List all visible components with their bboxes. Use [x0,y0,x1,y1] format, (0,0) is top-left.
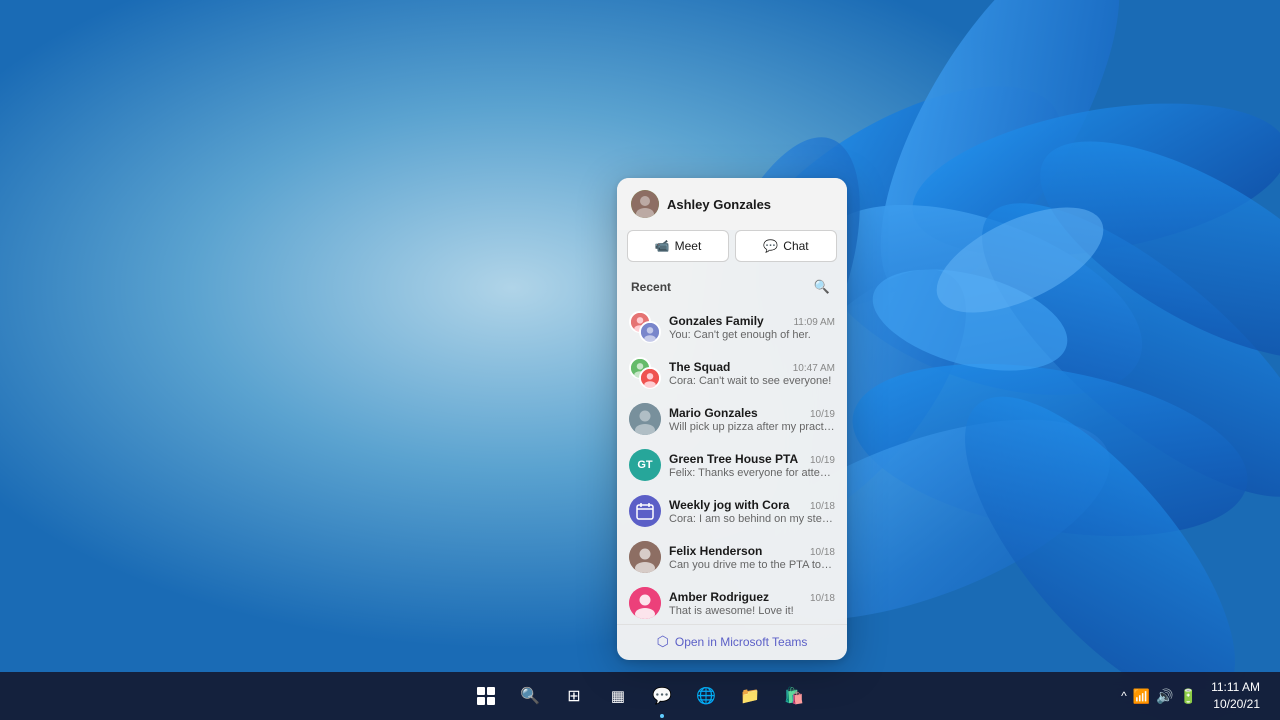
conversation-time: 10/18 [810,593,835,604]
list-item[interactable]: Gonzales Family 11:09 AM You: Can't get … [617,304,847,350]
conversation-info: Felix Henderson 10/18 Can you drive me t… [669,544,835,571]
conversation-info: The Squad 10:47 AM Cora: Can't wait to s… [669,360,835,387]
meet-icon: 📹 [655,239,670,253]
conversation-message: You: Can't get enough of her. [669,329,835,341]
avatar [629,587,661,619]
chevron-up-icon[interactable]: ^ [1121,689,1127,703]
avatar [629,357,661,389]
taskbar-center: 🔍 ⊞ ▦ 💬 🌐 📁 🛍️ [468,678,812,714]
meet-label: Meet [675,239,702,253]
windows-logo-icon [477,687,495,705]
list-item[interactable]: Felix Henderson 10/18 Can you drive me t… [617,534,847,580]
avatar: GT [629,449,661,481]
conversation-message: That is awesome! Love it! [669,605,835,617]
chat-icon: 💬 [763,239,778,253]
chat-label: Chat [783,239,808,253]
avatar [629,495,661,527]
file-explorer-button[interactable]: 📁 [732,678,768,714]
conversation-time: 10/19 [810,455,835,466]
wifi-icon[interactable]: 📶 [1133,688,1150,705]
conversation-message: Can you drive me to the PTA today? [669,559,835,571]
conversation-info: Mario Gonzales 10/19 Will pick up pizza … [669,406,835,433]
conversation-time: 11:09 AM [793,317,835,328]
footer-label: Open in Microsoft Teams [675,635,808,649]
widgets-button[interactable]: ▦ [600,678,636,714]
desktop: Ashley Gonzales 📹 Meet 💬 Chat Recent 🔍 [0,0,1280,720]
chat-taskbar-button[interactable]: 💬 [644,678,680,714]
action-buttons: 📹 Meet 💬 Chat [617,230,847,272]
conversation-time: 10/19 [810,409,835,420]
list-item[interactable]: Amber Rodriguez 10/18 That is awesome! L… [617,580,847,624]
clock[interactable]: 11:11 AM 10/20/21 [1203,679,1268,713]
conversation-name: Gonzales Family [669,314,789,328]
conversation-name: Green Tree House PTA [669,452,806,466]
clock-date: 10/20/21 [1211,696,1260,713]
tray-icons[interactable]: ^ 📶 🔊 🔋 [1121,688,1197,705]
edge-icon: 🌐 [696,686,716,706]
conversation-message: Felix: Thanks everyone for attending tod… [669,467,835,479]
task-view-icon: ⊞ [567,686,580,706]
recent-header: Recent 🔍 [617,272,847,304]
volume-icon[interactable]: 🔊 [1156,688,1173,705]
recent-label: Recent [631,280,671,294]
header-user-name: Ashley Gonzales [667,197,771,212]
clock-time: 11:11 AM [1211,679,1260,696]
list-item[interactable]: Weekly jog with Cora 10/18 Cora: I am so… [617,488,847,534]
conversation-name: The Squad [669,360,789,374]
conversation-time: 10:47 AM [793,363,835,374]
chat-taskbar-icon: 💬 [652,686,672,706]
meet-button[interactable]: 📹 Meet [627,230,729,262]
file-explorer-icon: 📁 [740,686,760,706]
conversation-message: Will pick up pizza after my practice. [669,421,835,433]
chat-button[interactable]: 💬 Chat [735,230,837,262]
list-item[interactable]: Mario Gonzales 10/19 Will pick up pizza … [617,396,847,442]
battery-icon[interactable]: 🔋 [1180,688,1197,705]
conversation-name: Mario Gonzales [669,406,806,420]
teams-icon: ⬡ [657,633,669,650]
conversation-message: Cora: I am so behind on my step goals. [669,513,835,525]
avatar [629,403,661,435]
conversation-info: Gonzales Family 11:09 AM You: Can't get … [669,314,835,341]
start-button[interactable] [468,678,504,714]
edge-button[interactable]: 🌐 [688,678,724,714]
avatar [629,311,661,343]
search-icon-button[interactable]: 🔍 [811,276,833,298]
system-tray: ^ 📶 🔊 🔋 11:11 AM 10/20/21 [1121,679,1268,713]
search-icon: 🔍 [520,686,540,706]
conversation-time: 10/18 [810,501,835,512]
open-teams-footer[interactable]: ⬡ Open in Microsoft Teams [617,624,847,660]
store-icon: 🛍️ [784,686,804,706]
chat-panel: Ashley Gonzales 📹 Meet 💬 Chat Recent 🔍 [617,178,847,660]
avatar [631,190,659,218]
list-item[interactable]: The Squad 10:47 AM Cora: Can't wait to s… [617,350,847,396]
conversation-info: Amber Rodriguez 10/18 That is awesome! L… [669,590,835,617]
store-button[interactable]: 🛍️ [776,678,812,714]
panel-header: Ashley Gonzales [617,178,847,230]
conversation-time: 10/18 [810,547,835,558]
conversation-message: Cora: Can't wait to see everyone! [669,375,835,387]
conversation-name: Felix Henderson [669,544,806,558]
conversation-name: Amber Rodriguez [669,590,806,604]
task-view-button[interactable]: ⊞ [556,678,592,714]
search-button[interactable]: 🔍 [512,678,548,714]
conversation-info: Weekly jog with Cora 10/18 Cora: I am so… [669,498,835,525]
conversation-name: Weekly jog with Cora [669,498,806,512]
taskbar: 🔍 ⊞ ▦ 💬 🌐 📁 🛍️ [0,672,1280,720]
conversation-info: Green Tree House PTA 10/19 Felix: Thanks… [669,452,835,479]
list-item[interactable]: GT Green Tree House PTA 10/19 Felix: Tha… [617,442,847,488]
widgets-icon: ▦ [611,687,625,705]
conversation-list: Gonzales Family 11:09 AM You: Can't get … [617,304,847,624]
avatar [629,541,661,573]
